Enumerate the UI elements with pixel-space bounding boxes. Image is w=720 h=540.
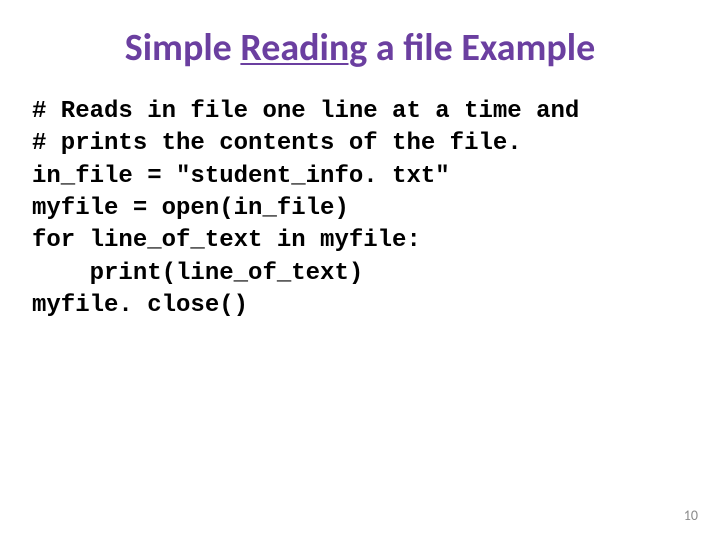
code-block: # Reads in file one line at a time and #… (0, 84, 720, 323)
slide-title: Simple Reading a file Example (0, 0, 720, 84)
code-line-1: # Reads in file one line at a time and (32, 98, 579, 125)
code-line-6: print(line_of_text) (32, 260, 363, 287)
code-line-7: myfile. close() (32, 292, 248, 319)
code-line-2: # prints the contents of the file. (32, 130, 522, 157)
code-line-4: myfile = open(in_file) (32, 195, 349, 222)
slide: Simple Reading a file Example # Reads in… (0, 0, 720, 540)
title-pre: Simple (125, 25, 241, 71)
title-post: a file Example (367, 25, 595, 71)
code-line-5: for line_of_text in myfile: (32, 227, 421, 254)
code-line-3: in_file = "student_info. txt" (32, 163, 450, 190)
page-number: 10 (684, 507, 698, 524)
title-underlined: Reading (240, 25, 367, 71)
